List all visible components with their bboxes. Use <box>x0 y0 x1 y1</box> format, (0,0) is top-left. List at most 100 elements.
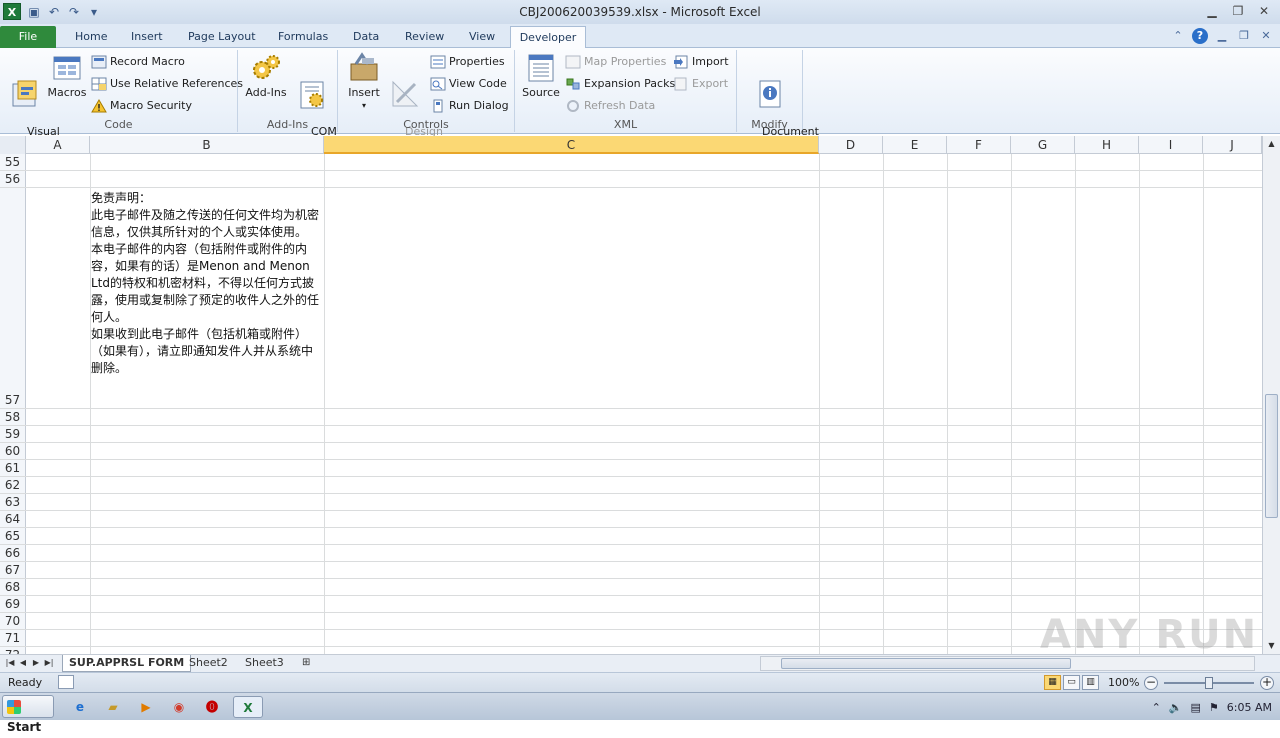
show-hidden-icons-icon[interactable]: ⌃ <box>1152 701 1161 714</box>
column-header-b[interactable]: B <box>90 136 324 154</box>
scroll-up-icon[interactable]: ▲ <box>1263 136 1280 152</box>
file-explorer-icon[interactable]: ▰ <box>101 696 125 718</box>
tab-file[interactable]: File <box>0 26 56 48</box>
tab-home[interactable]: Home <box>73 26 109 48</box>
view-code-button[interactable]: View Code <box>430 74 507 94</box>
zoom-slider[interactable]: − + <box>1144 676 1274 690</box>
refresh-data-button[interactable]: Refresh Data <box>565 96 655 116</box>
zoom-slider-knob[interactable] <box>1205 677 1213 689</box>
row-header[interactable]: 67 <box>0 562 26 578</box>
volume-icon[interactable]: 🔈 <box>1169 701 1183 714</box>
horizontal-scroll-thumb[interactable] <box>781 658 1071 669</box>
macros-button[interactable]: Macros <box>47 52 87 99</box>
tab-developer[interactable]: Developer <box>510 26 586 49</box>
next-sheet-icon[interactable]: ▶ <box>30 656 42 670</box>
page-break-view-icon[interactable]: ▥ <box>1082 675 1099 690</box>
help-icon[interactable]: ? <box>1192 28 1208 44</box>
source-button[interactable]: Source <box>521 52 561 99</box>
record-macro-button[interactable]: Record Macro <box>91 52 185 72</box>
row-header[interactable]: 72 <box>0 647 26 654</box>
network-icon[interactable]: ▤ <box>1191 701 1201 714</box>
window-restore-icon[interactable]: ❐ <box>1236 28 1252 44</box>
row-header[interactable]: 62 <box>0 477 26 493</box>
row-header[interactable]: 64 <box>0 511 26 527</box>
insert-control-button[interactable]: Insert ▾ <box>344 52 384 112</box>
tab-insert[interactable]: Insert <box>129 26 165 48</box>
addins-button[interactable]: Add-Ins <box>244 52 288 99</box>
row-header[interactable]: 65 <box>0 528 26 544</box>
customize-qat-icon[interactable]: ▾ <box>86 4 102 20</box>
column-header-j[interactable]: J <box>1203 136 1262 154</box>
row-header[interactable]: 61 <box>0 460 26 476</box>
tab-formulas[interactable]: Formulas <box>276 26 330 48</box>
security-shield-icon[interactable]: ⓿ <box>200 696 224 718</box>
row-header[interactable]: 57 <box>0 188 26 408</box>
zoom-level[interactable]: 100% <box>1108 676 1139 689</box>
use-relative-references-button[interactable]: Use Relative References <box>91 74 243 94</box>
column-header-a[interactable]: A <box>26 136 90 154</box>
worksheet-grid[interactable]: 55 56 57 免责声明： 此电子邮件及随之传送的任何文件均为机密信息，仅供其… <box>0 154 1262 654</box>
properties-button[interactable]: Properties <box>430 52 505 72</box>
save-icon[interactable]: ▣ <box>26 4 42 20</box>
tab-data[interactable]: Data <box>351 26 381 48</box>
column-header-d[interactable]: D <box>819 136 883 154</box>
scroll-down-icon[interactable]: ▼ <box>1263 638 1280 654</box>
minimize-ribbon-icon[interactable]: ⌃ <box>1170 28 1186 44</box>
insert-sheet-icon[interactable]: ⊞ <box>296 655 316 672</box>
row-header[interactable]: 55 <box>0 154 26 170</box>
row-header[interactable]: 70 <box>0 613 26 629</box>
horizontal-scrollbar[interactable] <box>760 656 1255 671</box>
vertical-scroll-thumb[interactable] <box>1265 394 1278 518</box>
macro-security-button[interactable]: Macro Security <box>91 96 192 116</box>
action-center-flag-icon[interactable]: ⚑ <box>1209 701 1219 714</box>
restore-icon[interactable]: ❐ <box>1226 2 1250 20</box>
sheet-tab-sheet2[interactable]: Sheet2 <box>183 655 234 672</box>
last-sheet-icon[interactable]: ▶| <box>43 656 55 670</box>
vertical-scrollbar[interactable]: ▲ ▼ <box>1262 136 1280 654</box>
tab-view[interactable]: View <box>467 26 497 48</box>
row-header[interactable]: 63 <box>0 494 26 510</box>
row-header[interactable]: 66 <box>0 545 26 561</box>
tab-page-layout[interactable]: Page Layout <box>186 26 258 48</box>
import-button[interactable]: Import <box>673 52 729 72</box>
excel-icon[interactable]: X <box>3 3 21 20</box>
row-header[interactable]: 58 <box>0 409 26 425</box>
export-button[interactable]: Export <box>673 74 728 94</box>
start-button[interactable]: Start <box>2 695 54 734</box>
zoom-in-icon[interactable]: + <box>1260 676 1274 690</box>
excel-taskbar-icon[interactable]: X <box>233 696 263 718</box>
macro-recording-icon[interactable] <box>58 675 74 689</box>
column-header-e[interactable]: E <box>883 136 947 154</box>
column-header-c[interactable]: C <box>324 136 819 154</box>
sheet-tab-sup-apprsl-form[interactable]: SUP.APPRSL FORM <box>62 655 192 672</box>
redo-icon[interactable]: ↷ <box>66 4 82 20</box>
window-minimize-icon[interactable]: ▁ <box>1214 28 1230 44</box>
expansion-packs-button[interactable]: Expansion Packs <box>565 74 675 94</box>
map-properties-button[interactable]: Map Properties <box>565 52 666 72</box>
select-all-corner[interactable] <box>0 136 26 154</box>
column-header-g[interactable]: G <box>1011 136 1075 154</box>
run-dialog-button[interactable]: Run Dialog <box>430 96 509 116</box>
row-header[interactable]: 60 <box>0 443 26 459</box>
column-header-h[interactable]: H <box>1075 136 1139 154</box>
close-icon[interactable]: ✕ <box>1252 2 1276 20</box>
row-header[interactable]: 59 <box>0 426 26 442</box>
first-sheet-icon[interactable]: |◀ <box>4 656 16 670</box>
tab-review[interactable]: Review <box>403 26 446 48</box>
page-layout-view-icon[interactable]: ▭ <box>1063 675 1080 690</box>
chrome-icon[interactable]: ◉ <box>167 696 191 718</box>
normal-view-icon[interactable]: ▦ <box>1044 675 1061 690</box>
clock[interactable]: 6:05 AM <box>1227 701 1272 714</box>
zoom-out-icon[interactable]: − <box>1144 676 1158 690</box>
window-close-icon[interactable]: ✕ <box>1258 28 1274 44</box>
row-header[interactable]: 69 <box>0 596 26 612</box>
row-header[interactable]: 68 <box>0 579 26 595</box>
undo-icon[interactable]: ↶ <box>46 4 62 20</box>
cell-b57-disclaimer[interactable]: 免责声明： 此电子邮件及随之传送的任何文件均为机密信息，仅供其所针对的个人或实体… <box>91 190 323 377</box>
sheet-tab-sheet3[interactable]: Sheet3 <box>239 655 290 672</box>
minimize-icon[interactable]: ▁ <box>1200 2 1224 20</box>
row-header[interactable]: 56 <box>0 171 26 187</box>
media-player-icon[interactable]: ▶ <box>134 696 158 718</box>
internet-explorer-icon[interactable]: e <box>68 696 92 718</box>
row-header[interactable]: 71 <box>0 630 26 646</box>
